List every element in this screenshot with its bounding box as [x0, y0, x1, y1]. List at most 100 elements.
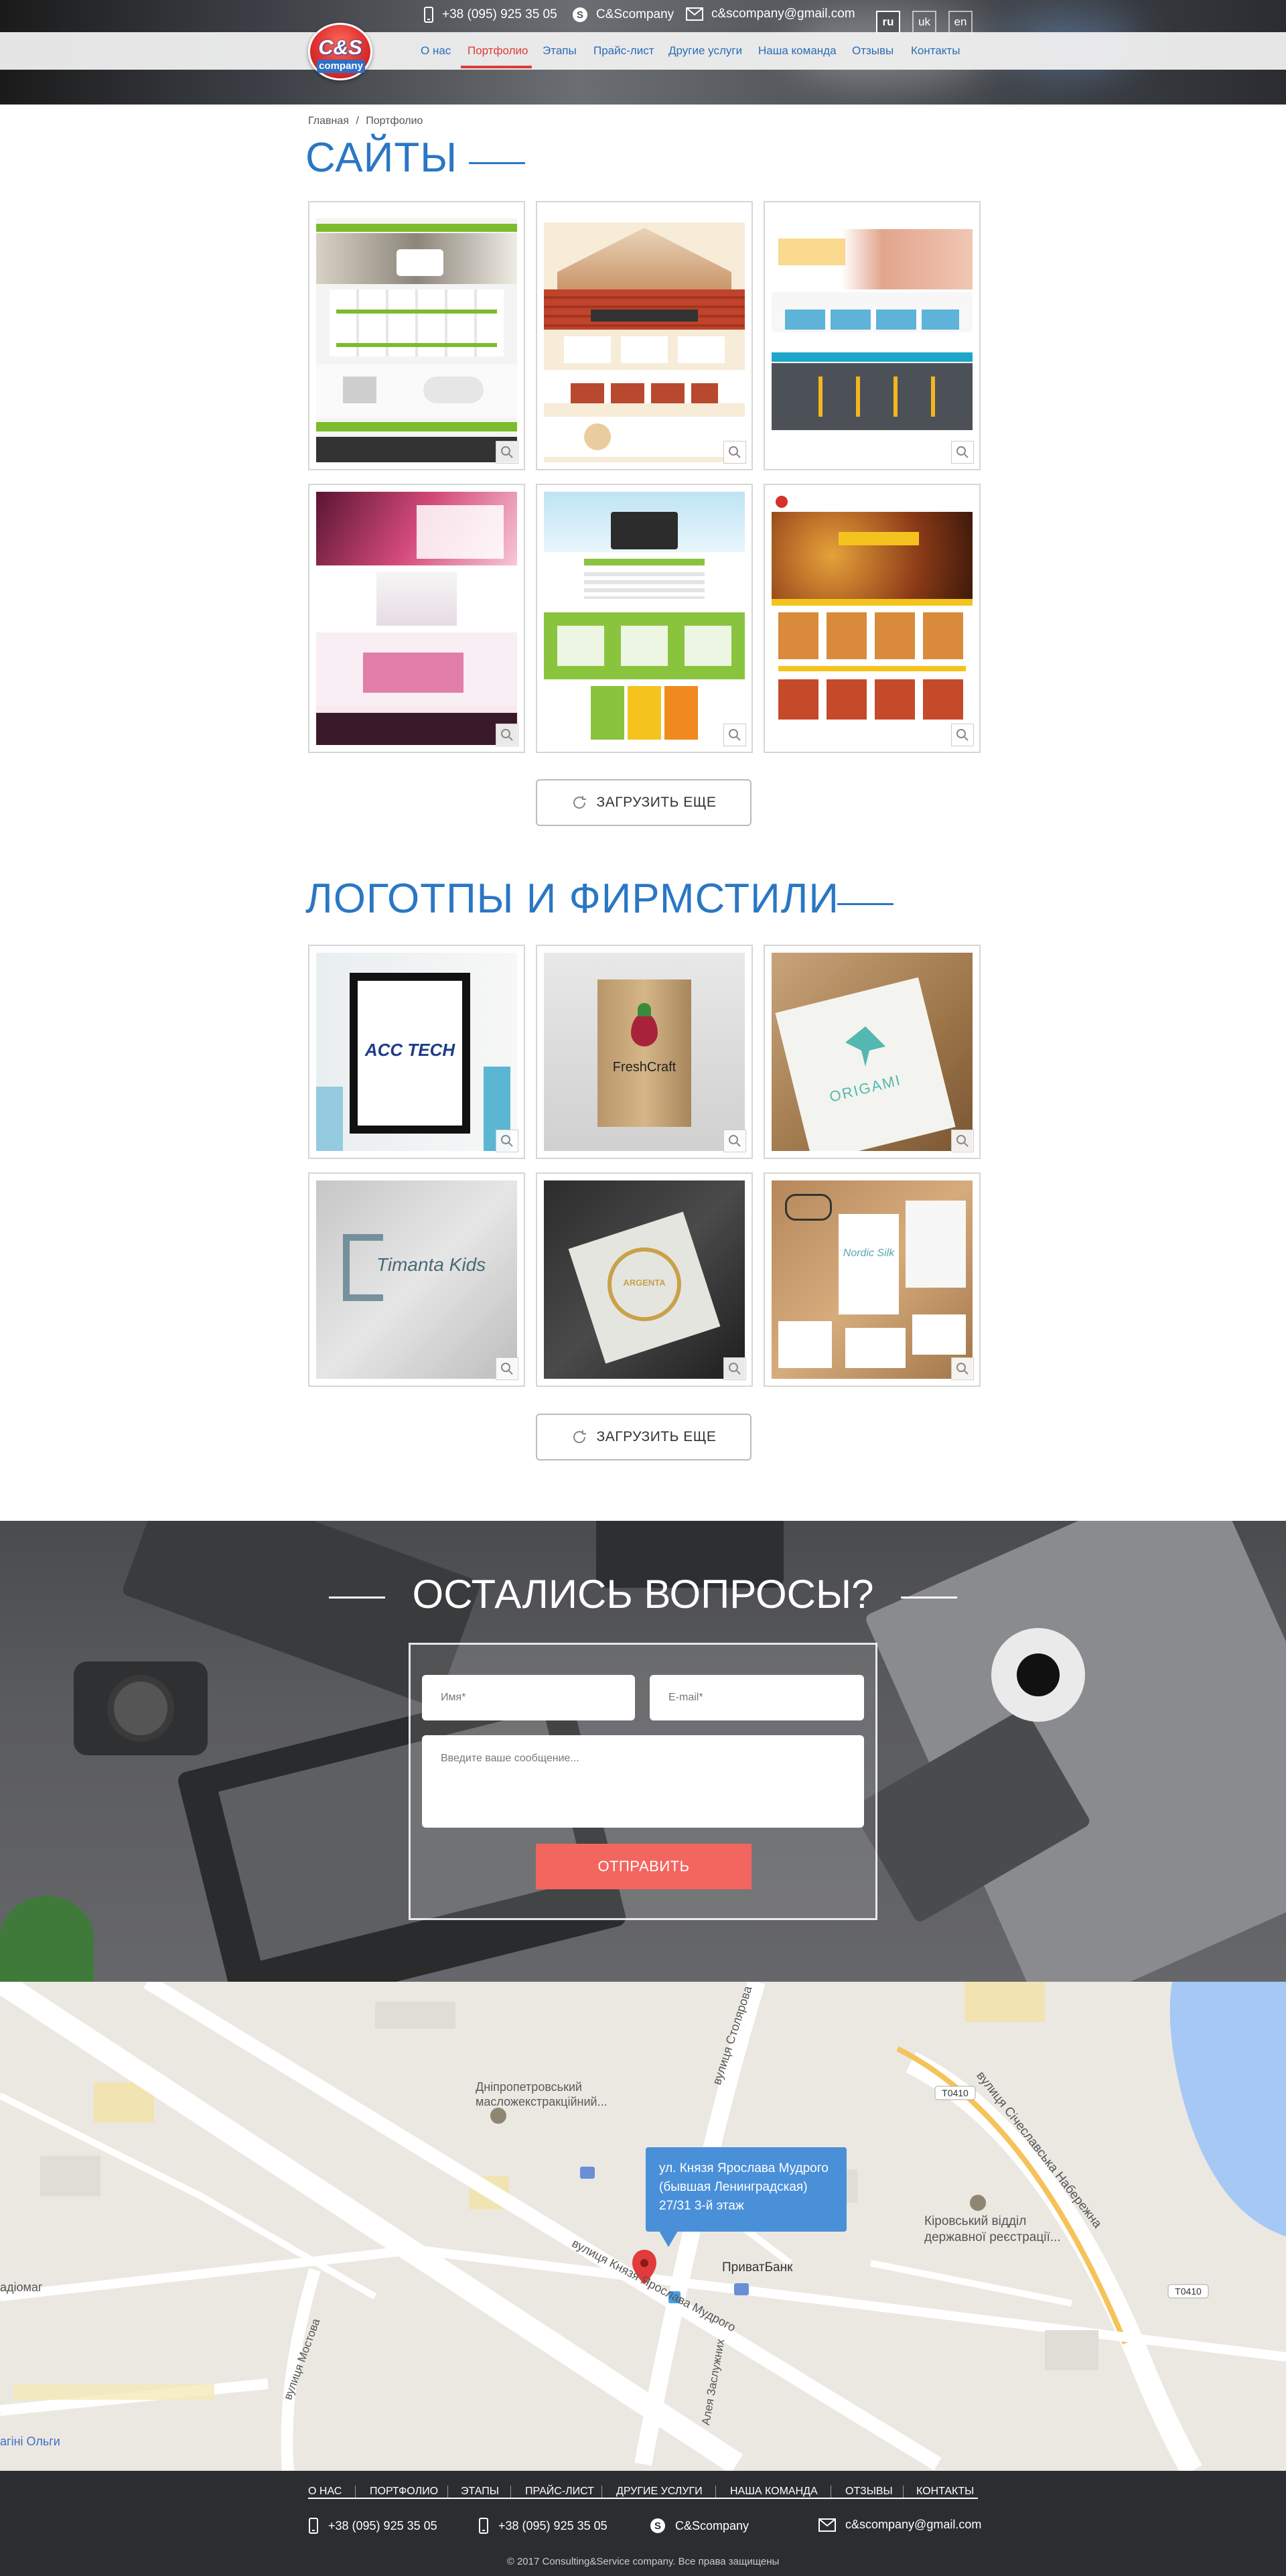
phone-icon [309, 2518, 318, 2534]
logo-text-nordic: Nordic Silk [843, 1247, 895, 1259]
location-map[interactable]: Дніпропетровський масложекстракційний...… [0, 1982, 1286, 2471]
zoom-icon[interactable] [723, 441, 746, 464]
footer-nav-team[interactable]: НАША КОМАНДА [730, 2486, 818, 2498]
site-preview-pizza [772, 492, 973, 745]
phone-icon [479, 2518, 488, 2534]
refresh-icon [573, 796, 586, 809]
contact-title-text: ОСТАЛИСЬ ВОПРОСЫ? [412, 1572, 874, 1617]
footer-email[interactable]: c&scompany@gmail.com [818, 2518, 981, 2532]
site-preview-beauty [316, 492, 517, 745]
lang-ru-button[interactable]: ru [876, 11, 900, 33]
footer-email-text: c&scompany@gmail.com [845, 2518, 982, 2531]
logo-text-freshcraft: FreshCraft [612, 1060, 676, 1075]
footer-nav-stages[interactable]: ЭТАПЫ [461, 2486, 499, 2498]
zoom-icon[interactable] [951, 1130, 974, 1152]
nav-about[interactable]: О нас [421, 32, 451, 70]
sites-load-more-button[interactable]: ЗАГРУЗИТЬ ЕЩЕ [536, 779, 752, 826]
zoom-icon[interactable] [723, 724, 746, 746]
header-skype-text: C&Scompany [596, 7, 674, 21]
nav-active-indicator [461, 66, 532, 68]
top-contact-bar: +38 (095) 925 35 05 S C&Scompany c&scomp… [0, 0, 1286, 32]
map-address-tooltip: ул. Князя Ярослава Мудрого (бывшая Ленин… [646, 2147, 847, 2232]
copyright: © 2017 Consulting&Service company. Все п… [506, 2556, 780, 2567]
zoom-icon[interactable] [496, 1357, 518, 1380]
footer-phone-2-text: +38 (095) 925 35 05 [498, 2518, 608, 2532]
zoom-icon[interactable] [951, 441, 974, 464]
site-card-5[interactable] [536, 484, 753, 753]
footer-nav-other-services[interactable]: ДРУГИЕ УСЛУГИ [616, 2486, 703, 2498]
map-label-road-2: T0410 [1175, 2286, 1202, 2297]
logo-text-acctech: ACC TECH [364, 1040, 455, 1060]
zoom-icon[interactable] [951, 1357, 974, 1380]
map-label-radiomag: адіомаг [0, 2281, 43, 2294]
name-input[interactable]: Имя* [422, 1675, 635, 1720]
refresh-icon [573, 1430, 586, 1443]
map-tooltip-pointer [659, 2231, 678, 2247]
name-input-placeholder: Имя* [441, 1692, 466, 1703]
logo-card-5[interactable]: ARGENTA [536, 1172, 753, 1387]
breadcrumb: Главная / Портфолио [308, 115, 423, 127]
sites-title-dash [469, 162, 525, 164]
message-textarea[interactable]: Введите ваше сообщение... [422, 1735, 864, 1828]
zoom-icon[interactable] [723, 1357, 746, 1380]
nav-reviews[interactable]: Отзывы [852, 32, 894, 70]
zoom-icon[interactable] [496, 441, 518, 464]
lang-uk-button[interactable]: uk [912, 11, 936, 33]
nav-stages[interactable]: Этапы [543, 32, 577, 70]
footer-nav-reviews[interactable]: ОТЗЫВЫ [845, 2486, 893, 2498]
logo-card-3[interactable]: ORIGAMI [764, 945, 981, 1159]
footer-nav-portfolio[interactable]: ПОРТФОЛИО [370, 2486, 438, 2498]
map-label-privatbank: ПриватБанк [722, 2260, 793, 2275]
tooltip-line-3: 27/31 3-й этаж [659, 2199, 744, 2213]
company-logo[interactable]: C&S company [308, 23, 372, 80]
logo-preview-origami: ORIGAMI [772, 953, 973, 1151]
header-email[interactable]: c&scompany@gmail.com [686, 7, 855, 21]
logos-load-more-button[interactable]: ЗАГРУЗИТЬ ЕЩЕ [536, 1414, 752, 1461]
zoom-icon[interactable] [496, 1130, 518, 1152]
zoom-icon[interactable] [496, 724, 518, 746]
logo-card-6[interactable]: Nordic Silk [764, 1172, 981, 1387]
site-card-3[interactable] [764, 201, 981, 470]
logo-preview-acctech: ACC TECH [316, 953, 517, 1151]
footer-skype[interactable]: S C&Scompany [650, 2518, 749, 2534]
zoom-icon[interactable] [951, 724, 974, 746]
map-label-road-1: T0410 [942, 2088, 969, 2098]
nav-portfolio[interactable]: Портфолио [468, 32, 528, 70]
logo-card-4[interactable]: Timanta Kids [308, 1172, 525, 1387]
logo-text-argenta: ARGENTA [623, 1278, 666, 1288]
logo-card-2[interactable]: FreshCraft [536, 945, 753, 1159]
sites-title: САЙТЫ [305, 135, 458, 181]
breadcrumb-home[interactable]: Главная [308, 115, 349, 127]
logos-title-dash [837, 903, 894, 905]
email-input[interactable]: E-mail* [650, 1675, 864, 1720]
site-card-2[interactable] [536, 201, 753, 470]
nav-contacts[interactable]: Контакты [911, 32, 960, 70]
site-card-4[interactable] [308, 484, 525, 753]
footer-phone-1[interactable]: +38 (095) 925 35 05 [308, 2518, 437, 2534]
lang-en-button[interactable]: en [948, 11, 973, 33]
site-card-1[interactable] [308, 201, 525, 470]
footer-phone-1-text: +38 (095) 925 35 05 [328, 2518, 437, 2532]
footer-nav-about[interactable]: О НАС [308, 2486, 342, 2498]
logo-card-1[interactable]: ACC TECH [308, 945, 525, 1159]
footer-nav-pricelist[interactable]: ПРАЙС-ЛИСТ [525, 2486, 594, 2498]
footer-phone-2[interactable]: +38 (095) 925 35 05 [478, 2518, 608, 2534]
site-preview-education [544, 492, 745, 745]
header-phone[interactable]: +38 (095) 925 35 05 [423, 7, 557, 23]
envelope-icon [686, 7, 703, 21]
header-phone-text: +38 (095) 925 35 05 [442, 7, 557, 21]
submit-button[interactable]: ОТПРАВИТЬ [536, 1844, 752, 1889]
email-input-placeholder: E-mail* [668, 1692, 703, 1703]
nav-pricelist[interactable]: Прайс-лист [593, 32, 654, 70]
nav-team[interactable]: Наша команда [758, 32, 837, 70]
header-skype[interactable]: S C&Scompany [572, 7, 674, 23]
footer-divider [308, 2498, 978, 2499]
site-card-6[interactable] [764, 484, 981, 753]
logo-text: C&S [318, 36, 362, 59]
nav-other-services[interactable]: Другие услуги [668, 32, 742, 70]
footer-nav-contacts[interactable]: КОНТАКТЫ [916, 2486, 974, 2498]
sites-load-more-label: ЗАГРУЗИТЬ ЕЩЕ [596, 795, 717, 810]
phone-icon [424, 7, 433, 23]
site-preview-roofing [544, 209, 745, 462]
zoom-icon[interactable] [723, 1130, 746, 1152]
